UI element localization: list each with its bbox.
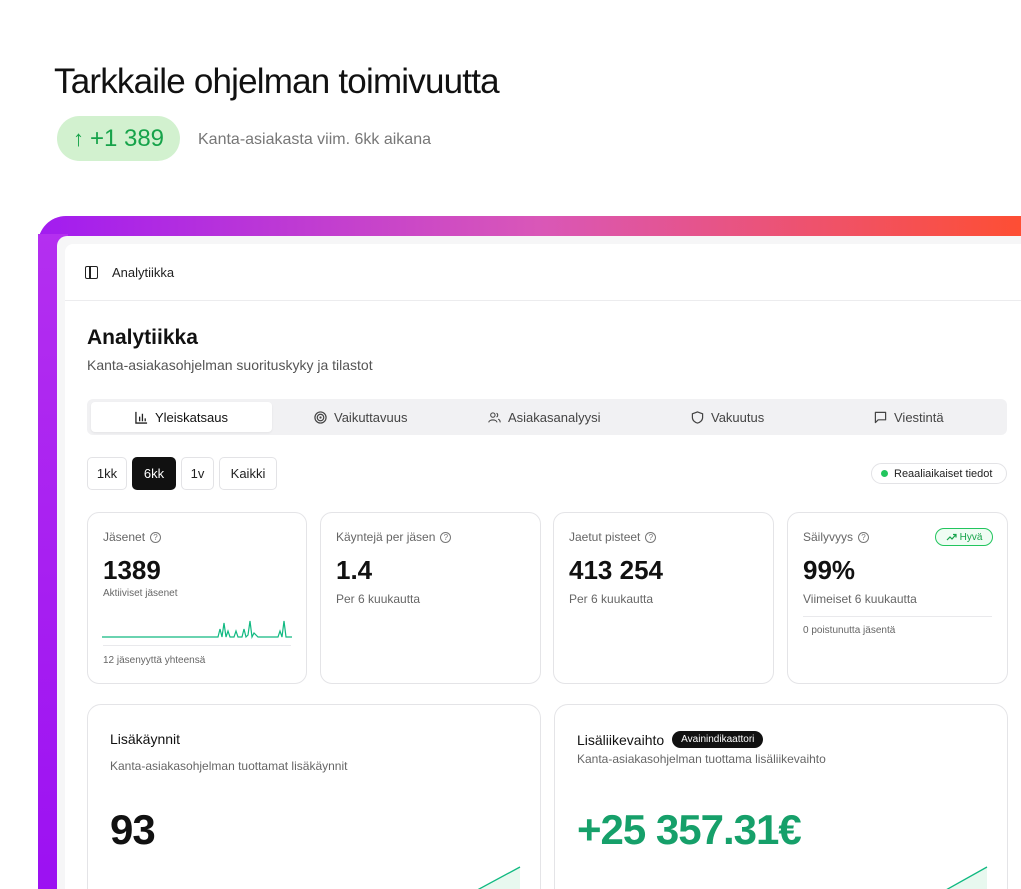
points-label-row: Jaetut pisteet ?	[569, 530, 657, 544]
arrow-up-icon: ↑	[72, 125, 84, 151]
members-foot: 12 jäsenyyttä yhteensä	[103, 655, 206, 666]
live-data-badge: Reaaliaikaiset tiedot	[871, 463, 1007, 484]
visits-label-row: Käyntejä per jäsen ?	[336, 530, 452, 544]
tab-label: Yleiskatsaus	[155, 409, 228, 425]
extra-revenue-trend	[946, 866, 988, 889]
target-icon	[314, 410, 327, 424]
tab-label: Viestintä	[894, 409, 944, 425]
extra-visits-subtitle: Kanta-asiakasohjelman tuottamat lisäkäyn…	[110, 759, 348, 773]
help-icon[interactable]: ?	[440, 531, 452, 543]
points-card: Jaetut pisteet ? 413 254 Per 6 kuukautta	[553, 512, 774, 684]
retention-badge-label: Hyvä	[959, 531, 983, 543]
live-data-label: Reaaliaikaiset tiedot	[894, 467, 993, 480]
members-sparkline	[102, 620, 292, 639]
retention-sub: Viimeiset 6 kuukautta	[803, 592, 917, 606]
retention-foot: 0 poistunutta jäsentä	[803, 625, 896, 636]
help-icon[interactable]: ?	[645, 531, 657, 543]
member-growth-pill: ↑ +1 389	[57, 116, 180, 161]
retention-value: 99%	[803, 555, 856, 585]
tab-label: Vakuutus	[711, 409, 765, 425]
message-icon	[874, 411, 887, 423]
extra-visits-trend	[477, 866, 521, 889]
extra-visits-title: Lisäkäynnit	[110, 731, 180, 747]
breadcrumb: Analytiikka	[112, 264, 175, 280]
extra-visits-value: 93	[110, 806, 156, 853]
period-1v-button[interactable]: 1v	[181, 457, 214, 490]
period-1kk-button[interactable]: 1kk	[87, 457, 127, 490]
trend-up-icon	[946, 533, 957, 541]
page-subtitle: Kanta-asiakasohjelman suorituskyky ja ti…	[87, 357, 373, 373]
visits-per-member-card: Käyntejä per jäsen ? 1.4 Per 6 kuukautta	[320, 512, 541, 684]
retention-card: Säilyvyys ? Hyvä 99% Viimeiset 6 kuukaut…	[787, 512, 1008, 684]
points-value: 413 254	[569, 555, 663, 585]
member-growth-value: +1 389	[89, 124, 165, 152]
page-title: Analytiikka	[87, 326, 198, 349]
visits-sub: Per 6 kuukautta	[336, 592, 421, 606]
tab-yleiskatsaus[interactable]: Yleiskatsaus	[91, 402, 272, 432]
help-icon[interactable]: ?	[858, 531, 870, 543]
sidebar-toggle-icon[interactable]	[85, 265, 98, 279]
extra-revenue-card: Lisäliikevaihto Avainindikaattori Kanta-…	[554, 704, 1008, 889]
extra-revenue-title-text: Lisäliikevaihto	[577, 731, 665, 748]
shield-icon	[691, 410, 704, 424]
members-label-row: Jäsenet ?	[103, 530, 162, 544]
retention-status-badge: Hyvä	[935, 528, 993, 546]
members-label: Jäsenet	[103, 530, 146, 544]
members-sparkline-line	[102, 620, 292, 639]
help-icon[interactable]: ?	[150, 531, 162, 543]
hero-caption: Kanta-asiakasta viim. 6kk aikana	[198, 131, 431, 148]
retention-label: Säilyvyys	[803, 530, 854, 544]
period-6kk-button[interactable]: 6kk	[132, 457, 176, 490]
users-icon	[488, 411, 501, 423]
members-sub: Aktiiviset jäsenet	[103, 588, 178, 599]
tab-label: Asiakasanalyysi	[508, 409, 601, 425]
visits-label: Käyntejä per jäsen	[336, 530, 436, 544]
points-sub: Per 6 kuukautta	[569, 592, 654, 606]
tab-bar: Yleiskatsaus Vaikuttavuus Asiakasanalyys…	[87, 399, 1007, 435]
tab-viestinta[interactable]: Viestintä	[874, 402, 944, 432]
points-label: Jaetut pisteet	[569, 530, 641, 544]
extra-revenue-value: +25 357.31€	[577, 806, 802, 853]
retention-label-row: Säilyvyys ?	[803, 530, 870, 544]
key-indicator-badge: Avainindikaattori	[672, 731, 764, 748]
card-divider	[103, 645, 291, 646]
tab-asiakasanalyysi[interactable]: Asiakasanalyysi	[488, 402, 601, 432]
members-card: Jäsenet ? 1389 Aktiiviset jäsenet 12 jäs…	[87, 512, 307, 684]
extra-visits-card: Lisäkäynnit Kanta-asiakasohjelman tuotta…	[87, 704, 541, 889]
hero-title: Tarkkaile ohjelman toimivuutta	[54, 62, 500, 101]
live-status-dot	[881, 470, 888, 477]
tab-vaikuttavuus[interactable]: Vaikuttavuus	[314, 402, 407, 432]
extra-visits-title-text: Lisäkäynnit	[110, 731, 181, 747]
extra-revenue-title: Lisäliikevaihto Avainindikaattori	[577, 731, 764, 748]
tab-label: Vaikuttavuus	[334, 409, 408, 425]
period-kaikki-button[interactable]: Kaikki	[219, 457, 277, 490]
app-topbar: Analytiikka	[65, 244, 1021, 301]
bar-chart-icon	[135, 411, 148, 424]
extra-revenue-subtitle: Kanta-asiakasohjelman tuottama lisäliike…	[577, 752, 826, 766]
members-value: 1389	[103, 555, 161, 585]
tab-vakuutus[interactable]: Vakuutus	[691, 402, 764, 432]
visits-value: 1.4	[336, 555, 373, 585]
card-divider	[803, 616, 992, 617]
